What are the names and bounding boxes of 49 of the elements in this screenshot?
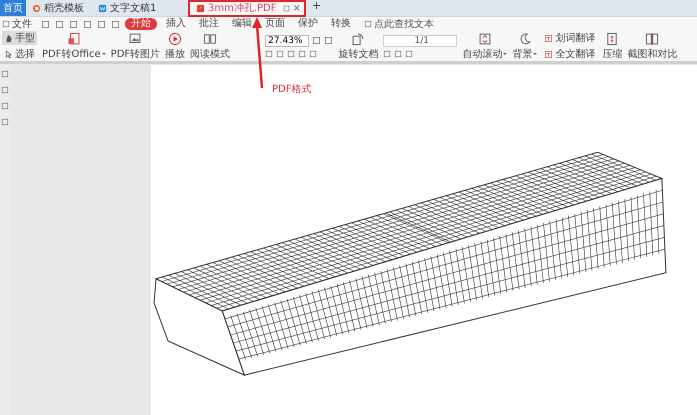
menu-tab[interactable]: 保护 — [294, 18, 322, 30]
close-button[interactable]: × — [292, 2, 301, 14]
compare-icon — [645, 32, 660, 46]
menu-tab[interactable]: 转换 — [327, 18, 355, 30]
book-icon — [203, 32, 218, 46]
document-icon — [98, 4, 107, 12]
annotation-label: PDF格式 — [272, 82, 312, 96]
compress-icon — [605, 32, 620, 46]
moon-icon — [518, 32, 532, 46]
toolbar-button[interactable]: 背景 — [512, 32, 538, 60]
document-tab[interactable]: 稻壳模板 — [26, 0, 92, 16]
translate-icon — [544, 34, 554, 42]
pdf-file-icon — [196, 4, 205, 12]
play-icon — [168, 32, 182, 46]
file-menu[interactable]: 文件 — [2, 17, 32, 31]
toolbar-button[interactable]: 压缩 — [602, 32, 622, 60]
toolbar-button[interactable]: PDF转Office — [42, 32, 106, 60]
hand-icon — [4, 34, 13, 42]
document-tab[interactable]: 首页 — [0, 0, 26, 16]
tab-label: 文字文稿1 — [110, 2, 156, 14]
tab-label: 首页 — [3, 2, 23, 14]
menu-tab[interactable]: 插入 — [162, 18, 190, 30]
zoom-field[interactable]: 27.43% — [265, 34, 310, 46]
scroll-icon — [478, 32, 492, 46]
tab-label: 稻壳模板 — [44, 2, 84, 14]
document-icon — [66, 32, 81, 46]
menu-tab[interactable]: 批注 — [195, 18, 223, 30]
rotate-icon — [351, 32, 366, 46]
toolbar-button[interactable]: 阅读模式 — [190, 32, 230, 60]
toolbar-button[interactable]: 全文翻译 — [542, 47, 598, 61]
image-icon — [128, 32, 142, 46]
translate-icon — [544, 50, 554, 58]
cursor-icon — [4, 50, 13, 58]
menu-tab[interactable]: 页面 — [261, 18, 289, 30]
toolbar-button[interactable]: 旋转文档 — [338, 32, 378, 60]
toolbar-button[interactable]: 截图和对比 — [627, 32, 678, 60]
template-icon — [32, 4, 41, 12]
menu-tab[interactable]: 编辑 — [228, 18, 256, 30]
tab-label: 3mm冲孔.PDF — [208, 2, 277, 14]
toolbar-button[interactable]: 播放 — [165, 32, 186, 60]
document-tab[interactable]: 文字文稿1 — [92, 0, 188, 16]
toolbar-button[interactable]: 选择 — [2, 47, 37, 61]
toolbar-button[interactable]: 划词翻译 — [542, 31, 598, 45]
toolbar-button[interactable]: PDF转图片 — [110, 32, 160, 60]
toolbar-button[interactable]: 自动滚动 — [462, 32, 508, 60]
new-tab-button[interactable]: + — [306, 0, 328, 16]
toolbar-button[interactable]: 手型 — [2, 31, 37, 45]
menu-tab[interactable]: 开始 — [125, 18, 157, 30]
page-number-field[interactable]: 1/1 — [383, 34, 458, 46]
